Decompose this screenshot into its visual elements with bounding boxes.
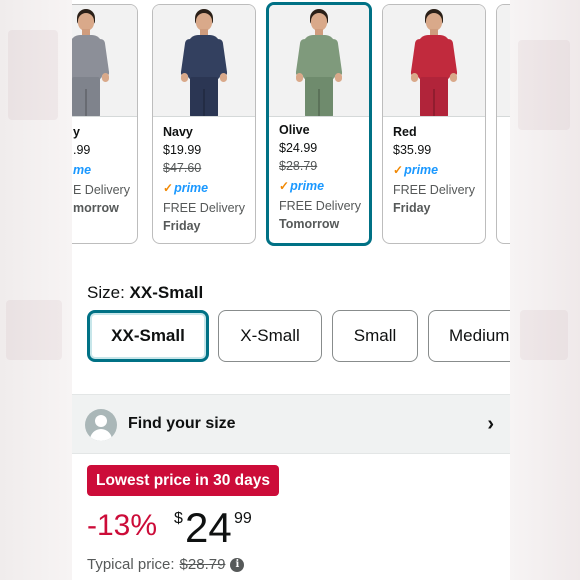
color-card-gray[interactable]: y .99 me E Delivery morrow [72, 4, 138, 244]
prime-badge: ✓ prime [163, 181, 209, 195]
color-name: Navy [163, 125, 193, 139]
color-card-red[interactable]: Red $35.99 ✓ prime FREE Delivery Friday [382, 4, 486, 244]
delivery-day: Tomorrow [279, 217, 340, 231]
prime-badge: ✓ prime [279, 179, 325, 193]
size-option-small[interactable]: Small [332, 310, 418, 362]
find-your-size-label: Find your size [128, 415, 236, 432]
info-icon[interactable]: i [230, 557, 245, 572]
background-shape [518, 40, 570, 130]
prime-badge: me [73, 163, 92, 177]
color-name: Olive [279, 123, 310, 137]
product-photo [383, 5, 485, 117]
find-your-size-row[interactable]: Find your size › [72, 394, 510, 454]
background-blur-left [0, 0, 72, 580]
selected-size: XX-Small [129, 283, 204, 302]
delivery-day: morrow [73, 201, 119, 215]
color-card-olive[interactable]: Olive $24.99 $28.79 ✓ prime FREE Delivery… [266, 2, 372, 246]
person-avatar-icon [85, 409, 117, 441]
product-photo [497, 5, 510, 117]
size-option-x-small[interactable]: X-Small [218, 310, 322, 362]
product-page: y .99 me E Delivery morrow Navy $19.99 $… [72, 0, 510, 580]
deal-badge: Lowest price in 30 days [87, 465, 280, 496]
model-figure [72, 9, 114, 116]
typical-price: Typical price: $28.79 i [87, 556, 245, 573]
model-figure [406, 9, 462, 116]
product-photo [72, 5, 137, 117]
delivery-text: FREE Delivery [279, 199, 361, 213]
color-price: $35.99 [393, 143, 432, 157]
color-name: y [73, 125, 80, 139]
model-figure [176, 9, 232, 116]
background-blur-right [510, 0, 580, 580]
product-photo [153, 5, 255, 117]
color-price: $19.99 [163, 143, 202, 157]
background-shape [6, 300, 62, 360]
prime-badge: ✓ prime [393, 163, 439, 177]
list-price: $28.79 [279, 159, 318, 173]
delivery-text: E Delivery [73, 183, 130, 197]
color-card-next[interactable] [496, 4, 510, 244]
prime-check-icon: ✓ [393, 163, 404, 177]
color-card-navy[interactable]: Navy $19.99 $47.60 ✓ prime FREE Delivery … [152, 4, 256, 244]
product-photo [269, 5, 369, 117]
delivery-text: FREE Delivery [393, 183, 475, 197]
discount-percent: -13% [87, 509, 158, 542]
typical-price-value: $28.79 [179, 556, 226, 573]
color-price: .99 [73, 143, 91, 157]
color-name: Red [393, 125, 417, 139]
color-price: $24.99 [279, 141, 318, 155]
typical-price-label: Typical price: [87, 556, 175, 573]
delivery-text: FREE Delivery [163, 201, 245, 215]
model-figure [291, 9, 347, 116]
price-whole: 24 [185, 504, 232, 551]
prime-check-icon: ✓ [279, 179, 290, 193]
prime-check-icon: ✓ [163, 181, 174, 195]
list-price: $47.60 [163, 161, 202, 175]
price-fraction: 99 [234, 510, 252, 527]
background-shape [520, 310, 568, 360]
delivery-day: Friday [163, 219, 201, 233]
chevron-right-icon: › [487, 413, 494, 435]
size-option-xx-small[interactable]: XX-Small [87, 310, 209, 362]
currency-symbol: $ [174, 510, 183, 527]
size-option-medium[interactable]: Medium [428, 310, 510, 362]
background-shape [8, 30, 58, 120]
size-label: Size: XX-Small [87, 283, 204, 302]
delivery-day: Friday [393, 201, 431, 215]
